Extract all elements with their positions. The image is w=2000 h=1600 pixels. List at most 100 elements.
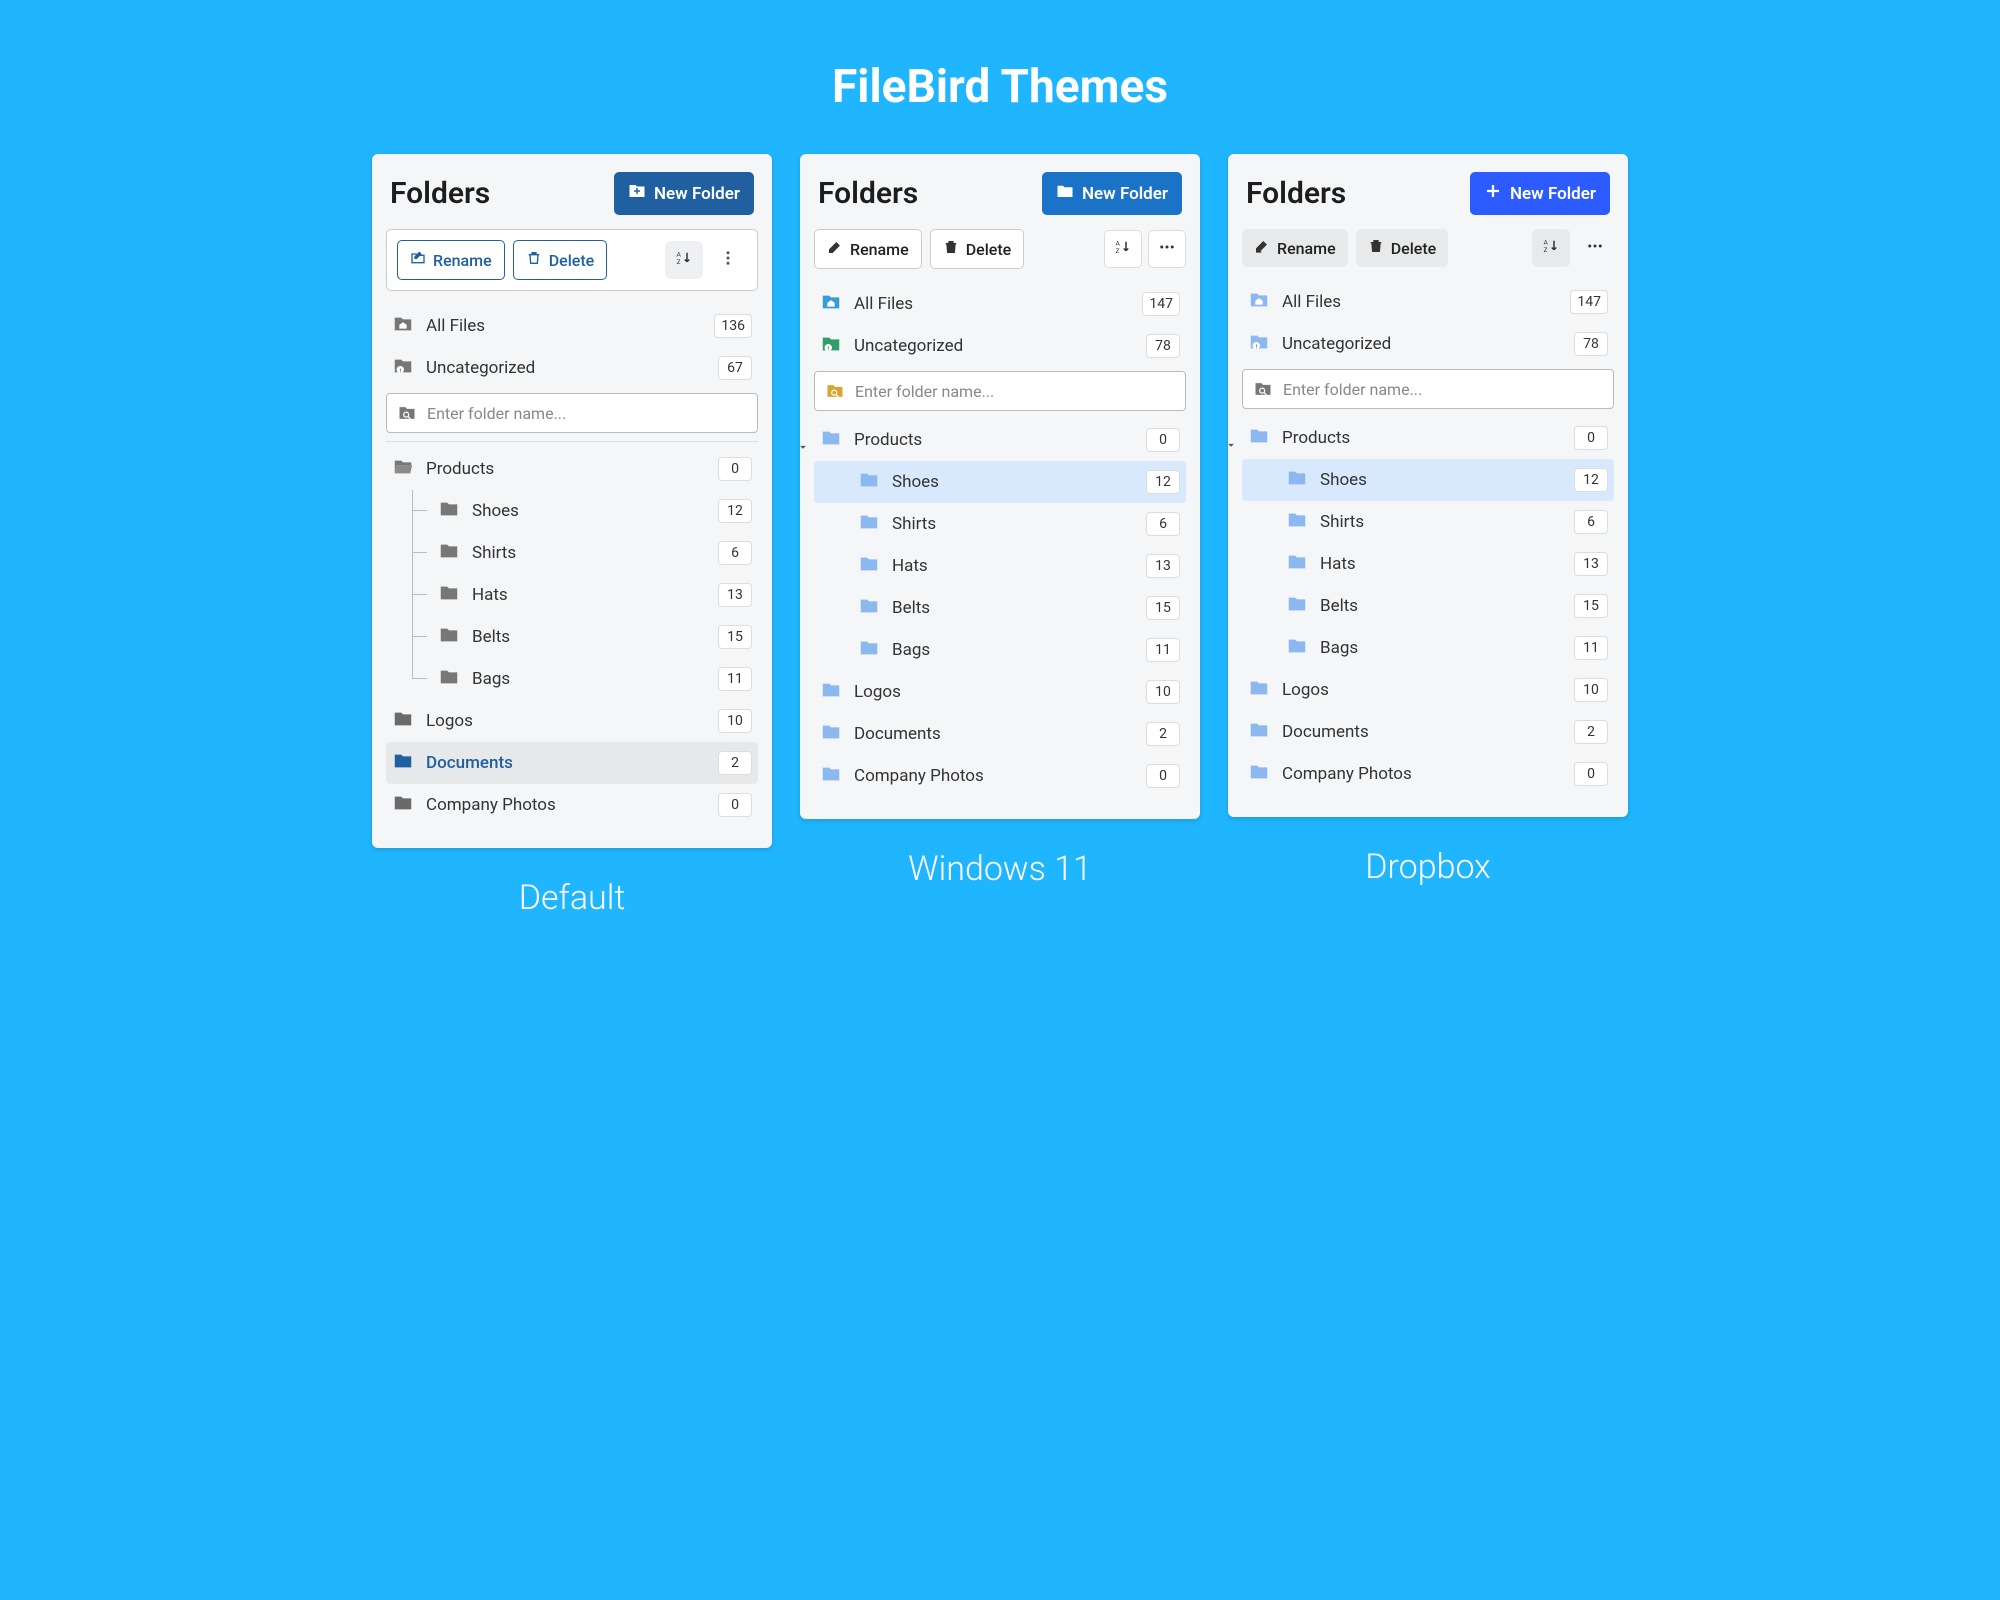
folder-row[interactable]: Shoes 12 bbox=[814, 461, 1186, 503]
delete-label: Delete bbox=[549, 251, 595, 270]
folder-row[interactable]: ! Uncategorized 67 bbox=[386, 347, 758, 389]
folder-row[interactable]: Shirts 6 bbox=[386, 532, 758, 574]
folder-icon bbox=[438, 666, 472, 692]
panel-default: Folders New Folder Rename Delete bbox=[372, 154, 772, 848]
folder-row[interactable]: Company Photos 0 bbox=[1242, 753, 1614, 795]
panel-win11: Folders New Folder Rename Delete bbox=[800, 154, 1200, 819]
folder-row[interactable]: Company Photos 0 bbox=[386, 784, 758, 826]
folder-label: Hats bbox=[472, 585, 718, 605]
folder-count: 11 bbox=[1146, 638, 1180, 662]
folder-label: Documents bbox=[1282, 722, 1574, 742]
folder-row[interactable]: Products 0 bbox=[1242, 417, 1614, 459]
folder-icon bbox=[820, 427, 854, 453]
folder-icon bbox=[858, 469, 892, 495]
more-button[interactable] bbox=[1576, 229, 1614, 267]
folder-label: All Files bbox=[854, 294, 1142, 314]
more-button[interactable] bbox=[709, 241, 747, 279]
folders-heading: Folders bbox=[818, 176, 918, 211]
folder-row[interactable]: Shirts 6 bbox=[814, 503, 1186, 545]
folder-row[interactable]: Bags 11 bbox=[386, 658, 758, 700]
folder-row[interactable]: Shoes 12 bbox=[386, 490, 758, 532]
folder-count: 13 bbox=[1574, 552, 1608, 576]
folder-count: 147 bbox=[1570, 290, 1608, 314]
folder-label: All Files bbox=[1282, 292, 1570, 312]
folder-count: 13 bbox=[718, 583, 752, 607]
folder-icon bbox=[858, 511, 892, 537]
new-folder-button[interactable]: New Folder bbox=[614, 172, 754, 215]
folder-icon bbox=[1248, 761, 1282, 787]
folder-count: 6 bbox=[1146, 512, 1180, 536]
folders-heading: Folders bbox=[390, 176, 490, 211]
rename-button[interactable]: Rename bbox=[397, 240, 505, 280]
new-folder-label: New Folder bbox=[1082, 184, 1168, 204]
trash-icon bbox=[1368, 238, 1384, 258]
folder-row[interactable]: Hats 13 bbox=[386, 574, 758, 616]
folder-row[interactable]: Hats 13 bbox=[814, 545, 1186, 587]
folder-count: 0 bbox=[1146, 764, 1180, 788]
new-folder-button[interactable]: New Folder bbox=[1470, 172, 1610, 215]
theme-default-wrap: Folders New Folder Rename Delete bbox=[372, 154, 772, 918]
delete-button[interactable]: Delete bbox=[1356, 229, 1449, 267]
folder-row[interactable]: ! Uncategorized 78 bbox=[1242, 323, 1614, 365]
folder-row[interactable]: Documents 2 bbox=[814, 713, 1186, 755]
rename-button[interactable]: Rename bbox=[1242, 229, 1348, 267]
folder-row[interactable]: Logos 10 bbox=[1242, 669, 1614, 711]
folder-count: 6 bbox=[718, 541, 752, 565]
delete-button[interactable]: Delete bbox=[930, 229, 1025, 269]
folder-row[interactable]: Shirts 6 bbox=[1242, 501, 1614, 543]
folder-row[interactable]: Belts 15 bbox=[386, 616, 758, 658]
folder-count: 78 bbox=[1574, 332, 1608, 356]
sort-az-icon: AZ bbox=[675, 249, 693, 271]
plus-icon bbox=[1484, 182, 1502, 205]
folder-icon bbox=[1248, 425, 1282, 451]
search-placeholder: Enter folder name... bbox=[855, 382, 994, 401]
folder-label: Company Photos bbox=[426, 795, 718, 815]
theme-label: Default bbox=[519, 878, 626, 918]
delete-label: Delete bbox=[966, 240, 1012, 259]
folder-row[interactable]: Logos 10 bbox=[386, 700, 758, 742]
folder-row[interactable]: Documents 2 bbox=[386, 742, 758, 784]
folder-search-input[interactable]: Enter folder name... bbox=[814, 371, 1186, 411]
folder-row[interactable]: ! Uncategorized 78 bbox=[814, 325, 1186, 367]
folder-row[interactable]: All Files 147 bbox=[814, 283, 1186, 325]
sort-button[interactable]: AZ bbox=[1104, 230, 1142, 268]
folder-row[interactable]: Bags 11 bbox=[1242, 627, 1614, 669]
sort-button[interactable]: AZ bbox=[1532, 229, 1570, 267]
folder-row[interactable]: Belts 15 bbox=[1242, 585, 1614, 627]
folder-row[interactable]: All Files 147 bbox=[1242, 281, 1614, 323]
folder-label: Belts bbox=[472, 627, 718, 647]
folder-icon bbox=[1286, 509, 1320, 535]
folder-count: 2 bbox=[718, 751, 752, 775]
more-vertical-icon bbox=[719, 249, 737, 271]
sort-button[interactable]: AZ bbox=[665, 241, 703, 279]
folder-row[interactable]: Hats 13 bbox=[1242, 543, 1614, 585]
new-folder-button[interactable]: New Folder bbox=[1042, 172, 1182, 215]
folder-row[interactable]: All Files 136 bbox=[386, 305, 758, 347]
folder-label: Bags bbox=[892, 640, 1146, 660]
folder-row[interactable]: Documents 2 bbox=[1242, 711, 1614, 753]
folder-row[interactable]: Products 0 bbox=[386, 448, 758, 490]
more-button[interactable] bbox=[1148, 230, 1186, 268]
folder-label: Company Photos bbox=[1282, 764, 1574, 784]
pencil-icon bbox=[1254, 238, 1270, 258]
folder-count: 136 bbox=[714, 314, 752, 338]
rename-button[interactable]: Rename bbox=[814, 229, 922, 269]
folder-search-input[interactable]: Enter folder name... bbox=[1242, 369, 1614, 409]
folder-row[interactable]: Belts 15 bbox=[814, 587, 1186, 629]
folder-row[interactable]: Products 0 bbox=[814, 419, 1186, 461]
theme-label: Windows 11 bbox=[908, 849, 1092, 889]
new-folder-label: New Folder bbox=[1510, 184, 1596, 204]
folder-search-input[interactable]: Enter folder name... bbox=[386, 393, 758, 433]
folder-plus-icon bbox=[628, 182, 646, 205]
folder-row[interactable]: Shoes 12 bbox=[1242, 459, 1614, 501]
folder-icon bbox=[1286, 593, 1320, 619]
folder-label: All Files bbox=[426, 316, 714, 336]
folder-count: 12 bbox=[1574, 468, 1608, 492]
folder-label: Bags bbox=[472, 669, 718, 689]
folder-icon bbox=[1286, 467, 1320, 493]
folder-icon bbox=[438, 498, 472, 524]
folder-row[interactable]: Company Photos 0 bbox=[814, 755, 1186, 797]
folder-row[interactable]: Bags 11 bbox=[814, 629, 1186, 671]
folder-row[interactable]: Logos 10 bbox=[814, 671, 1186, 713]
delete-button[interactable]: Delete bbox=[513, 240, 608, 280]
